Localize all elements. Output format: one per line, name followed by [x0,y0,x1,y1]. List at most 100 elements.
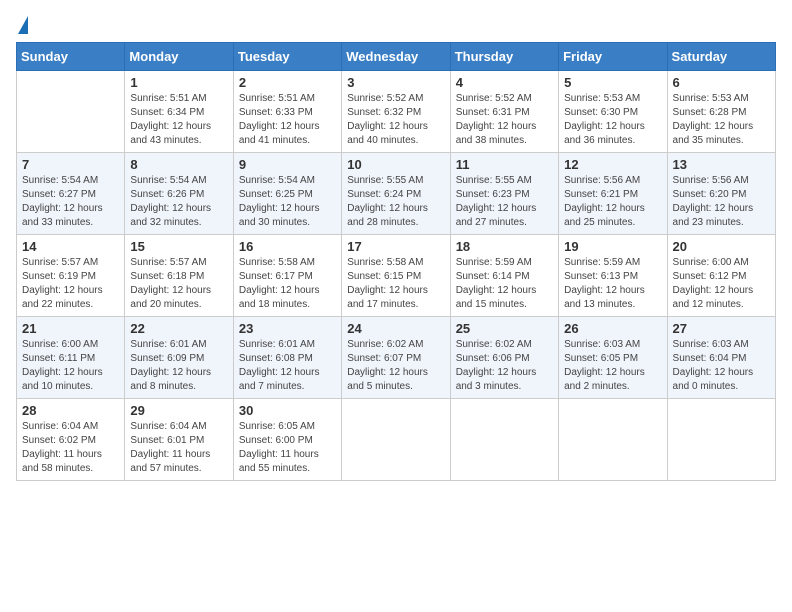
day-cell-9: 9 Sunrise: 5:54 AM Sunset: 6:25 PM Daylig… [233,153,341,235]
day-info: Sunrise: 6:04 AM Sunset: 6:02 PM Dayligh… [22,420,119,476]
day-number: 13 [673,157,770,172]
day-cell-26: 26 Sunrise: 6:03 AM Sunset: 6:05 PM Dayli… [559,317,667,399]
day-cell-20: 20 Sunrise: 6:00 AM Sunset: 6:12 PM Dayli… [667,235,775,317]
day-number: 27 [673,321,770,336]
day-number: 9 [239,157,336,172]
day-info: Sunrise: 5:57 AM Sunset: 6:18 PM Dayligh… [130,256,227,312]
day-header-sunday: Sunday [17,43,125,71]
week-row-1: 1 Sunrise: 5:51 AM Sunset: 6:34 PM Daylig… [17,71,776,153]
day-cell-30: 30 Sunrise: 6:05 AM Sunset: 6:00 PM Dayli… [233,399,341,481]
day-header-monday: Monday [125,43,233,71]
day-cell-14: 14Sunrise: 5:57 AM Sunset: 6:19 PM Dayli… [17,235,125,317]
day-info: Sunrise: 6:00 AM Sunset: 6:12 PM Dayligh… [673,256,770,312]
day-info: Sunrise: 5:54 AM Sunset: 6:26 PM Dayligh… [130,174,227,230]
day-cell-5: 5Sunrise: 5:53 AM Sunset: 6:30 PM Daylig… [559,71,667,153]
day-header-tuesday: Tuesday [233,43,341,71]
day-info: Sunrise: 6:03 AM Sunset: 6:04 PM Dayligh… [673,338,770,394]
day-info: Sunrise: 6:04 AM Sunset: 6:01 PM Dayligh… [130,420,227,476]
day-cell-16: 16 Sunrise: 5:58 AM Sunset: 6:17 PM Dayli… [233,235,341,317]
day-cell-23: 23 Sunrise: 6:01 AM Sunset: 6:08 PM Dayli… [233,317,341,399]
day-number: 11 [456,157,553,172]
day-info: Sunrise: 5:58 AM Sunset: 6:15 PM Dayligh… [347,256,444,312]
day-cell-7: 7 Sunrise: 5:54 AM Sunset: 6:27 PM Daylig… [17,153,125,235]
day-number: 7 [22,157,119,172]
day-number: 17 [347,239,444,254]
day-info: Sunrise: 6:01 AM Sunset: 6:09 PM Dayligh… [130,338,227,394]
day-number: 6 [673,75,770,90]
week-row-5: 28 Sunrise: 6:04 AM Sunset: 6:02 PM Dayli… [17,399,776,481]
day-header-saturday: Saturday [667,43,775,71]
empty-cell [342,399,450,481]
day-info: Sunrise: 5:53 AM Sunset: 6:28 PM Dayligh… [673,92,770,148]
week-row-2: 7 Sunrise: 5:54 AM Sunset: 6:27 PM Daylig… [17,153,776,235]
day-number: 15 [130,239,227,254]
day-number: 19 [564,239,661,254]
day-cell-1: 1 Sunrise: 5:51 AM Sunset: 6:34 PM Daylig… [125,71,233,153]
day-cell-27: 27 Sunrise: 6:03 AM Sunset: 6:04 PM Dayli… [667,317,775,399]
day-number: 25 [456,321,553,336]
day-info: Sunrise: 6:03 AM Sunset: 6:05 PM Dayligh… [564,338,661,394]
day-cell-21: 21 Sunrise: 6:00 AM Sunset: 6:11 PM Dayli… [17,317,125,399]
day-cell-12: 12 Sunrise: 5:56 AM Sunset: 6:21 PM Dayli… [559,153,667,235]
day-number: 3 [347,75,444,90]
day-number: 28 [22,403,119,418]
day-cell-24: 24Sunrise: 6:02 AM Sunset: 6:07 PM Dayli… [342,317,450,399]
day-info: Sunrise: 5:55 AM Sunset: 6:24 PM Dayligh… [347,174,444,230]
day-number: 14 [22,239,119,254]
day-number: 20 [673,239,770,254]
day-number: 4 [456,75,553,90]
day-cell-4: 4 Sunrise: 5:52 AM Sunset: 6:31 PM Daylig… [450,71,558,153]
day-info: Sunrise: 5:58 AM Sunset: 6:17 PM Dayligh… [239,256,336,312]
day-info: Sunrise: 5:52 AM Sunset: 6:32 PM Dayligh… [347,92,444,148]
day-cell-3: 3 Sunrise: 5:52 AM Sunset: 6:32 PM Daylig… [342,71,450,153]
day-info: Sunrise: 5:51 AM Sunset: 6:33 PM Dayligh… [239,92,336,148]
day-info: Sunrise: 5:52 AM Sunset: 6:31 PM Dayligh… [456,92,553,148]
week-row-4: 21 Sunrise: 6:00 AM Sunset: 6:11 PM Dayli… [17,317,776,399]
day-info: Sunrise: 5:56 AM Sunset: 6:21 PM Dayligh… [564,174,661,230]
day-number: 1 [130,75,227,90]
day-cell-25: 25 Sunrise: 6:02 AM Sunset: 6:06 PM Dayli… [450,317,558,399]
day-cell-28: 28 Sunrise: 6:04 AM Sunset: 6:02 PM Dayli… [17,399,125,481]
day-info: Sunrise: 5:59 AM Sunset: 6:13 PM Dayligh… [564,256,661,312]
day-cell-17: 17 Sunrise: 5:58 AM Sunset: 6:15 PM Dayli… [342,235,450,317]
calendar: SundayMondayTuesdayWednesdayThursdayFrid… [16,42,776,481]
day-cell-22: 22 Sunrise: 6:01 AM Sunset: 6:09 PM Dayli… [125,317,233,399]
day-number: 12 [564,157,661,172]
day-header-friday: Friday [559,43,667,71]
day-info: Sunrise: 5:51 AM Sunset: 6:34 PM Dayligh… [130,92,227,148]
day-cell-29: 29 Sunrise: 6:04 AM Sunset: 6:01 PM Dayli… [125,399,233,481]
day-number: 16 [239,239,336,254]
day-cell-6: 6 Sunrise: 5:53 AM Sunset: 6:28 PM Daylig… [667,71,775,153]
day-info: Sunrise: 6:00 AM Sunset: 6:11 PM Dayligh… [22,338,119,394]
day-info: Sunrise: 5:54 AM Sunset: 6:25 PM Dayligh… [239,174,336,230]
page-header [16,16,776,32]
day-cell-19: 19 Sunrise: 5:59 AM Sunset: 6:13 PM Dayli… [559,235,667,317]
day-number: 30 [239,403,336,418]
day-cell-8: 8 Sunrise: 5:54 AM Sunset: 6:26 PM Daylig… [125,153,233,235]
day-cell-2: 2Sunrise: 5:51 AM Sunset: 6:33 PM Daylig… [233,71,341,153]
calendar-header-row: SundayMondayTuesdayWednesdayThursdayFrid… [17,43,776,71]
day-number: 26 [564,321,661,336]
logo-icon [18,16,28,34]
day-info: Sunrise: 5:59 AM Sunset: 6:14 PM Dayligh… [456,256,553,312]
day-number: 21 [22,321,119,336]
day-info: Sunrise: 6:02 AM Sunset: 6:07 PM Dayligh… [347,338,444,394]
day-number: 23 [239,321,336,336]
empty-cell [559,399,667,481]
week-row-3: 14Sunrise: 5:57 AM Sunset: 6:19 PM Dayli… [17,235,776,317]
day-number: 8 [130,157,227,172]
day-number: 29 [130,403,227,418]
day-info: Sunrise: 5:56 AM Sunset: 6:20 PM Dayligh… [673,174,770,230]
day-cell-15: 15 Sunrise: 5:57 AM Sunset: 6:18 PM Dayli… [125,235,233,317]
day-number: 22 [130,321,227,336]
empty-cell [667,399,775,481]
day-info: Sunrise: 6:05 AM Sunset: 6:00 PM Dayligh… [239,420,336,476]
empty-cell [17,71,125,153]
day-info: Sunrise: 6:02 AM Sunset: 6:06 PM Dayligh… [456,338,553,394]
day-cell-18: 18Sunrise: 5:59 AM Sunset: 6:14 PM Dayli… [450,235,558,317]
day-number: 10 [347,157,444,172]
day-info: Sunrise: 6:01 AM Sunset: 6:08 PM Dayligh… [239,338,336,394]
day-info: Sunrise: 5:54 AM Sunset: 6:27 PM Dayligh… [22,174,119,230]
day-header-wednesday: Wednesday [342,43,450,71]
day-info: Sunrise: 5:53 AM Sunset: 6:30 PM Dayligh… [564,92,661,148]
